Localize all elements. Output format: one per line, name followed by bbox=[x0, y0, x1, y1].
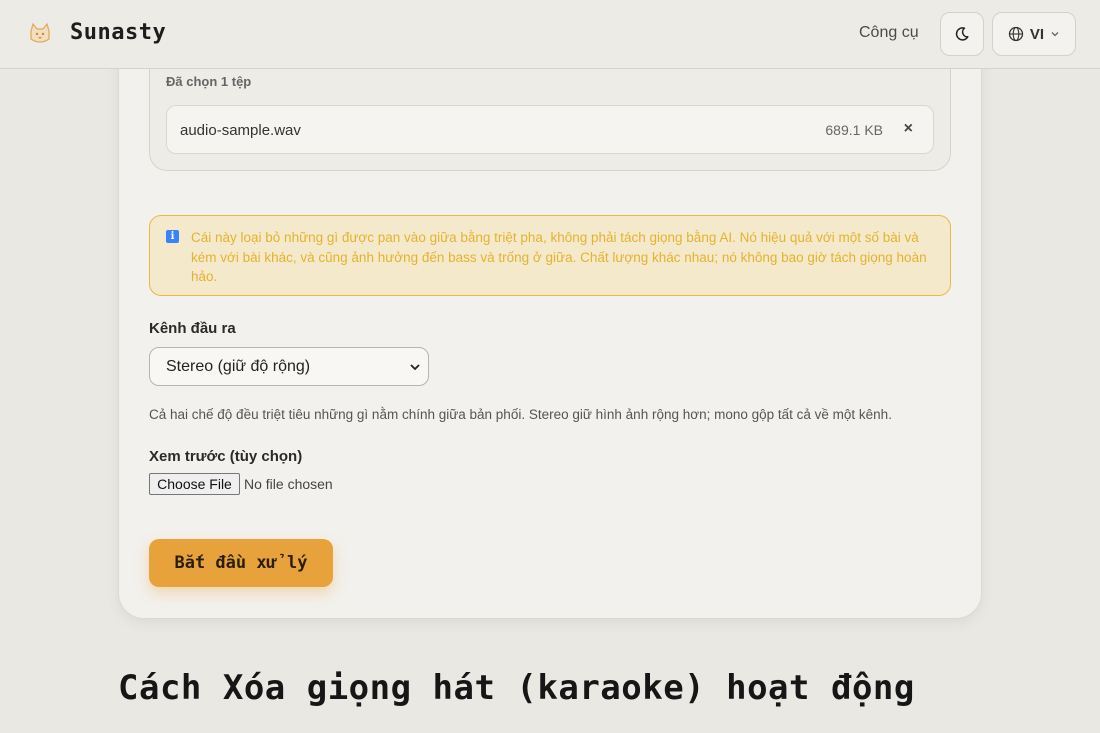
chevron-down-icon bbox=[410, 364, 420, 371]
preview-label: Xem trước (tùy chọn) bbox=[149, 448, 303, 465]
moon-icon bbox=[955, 27, 969, 41]
output-channel-select[interactable]: Stereo (giữ độ rộng) bbox=[149, 347, 429, 386]
start-processing-button[interactable]: Bắt đầu xử lý bbox=[149, 539, 333, 587]
file-size: 689.1 KB bbox=[825, 122, 883, 138]
brand-name[interactable]: Sunasty bbox=[70, 20, 166, 45]
output-channel-help: Cả hai chế độ đều triệt tiêu những gì nằ… bbox=[149, 407, 892, 422]
globe-icon bbox=[1008, 26, 1024, 42]
site-header: Sunasty Công cụ VI bbox=[0, 0, 1100, 69]
choose-file-button[interactable]: Choose File bbox=[149, 473, 240, 495]
output-channel-selected: Stereo (giữ độ rộng) bbox=[166, 358, 311, 375]
language-code: VI bbox=[1029, 25, 1045, 43]
file-name: audio-sample.wav bbox=[180, 122, 301, 139]
theme-toggle-button[interactable] bbox=[940, 12, 984, 56]
section-heading: Cách Xóa giọng hát (karaoke) hoạt động bbox=[118, 668, 915, 708]
warning-notice: i Cái này loại bỏ những gì được pan vào … bbox=[149, 215, 951, 296]
remove-file-button[interactable]: × bbox=[904, 120, 913, 138]
file-list-item: audio-sample.wav 689.1 KB × bbox=[166, 105, 934, 154]
file-input-status: No file chosen bbox=[244, 476, 333, 492]
language-selector-button[interactable]: VI bbox=[992, 12, 1076, 56]
output-channel-label: Kênh đầu ra bbox=[149, 320, 236, 337]
cat-logo-icon[interactable] bbox=[26, 20, 54, 48]
tools-menu-link[interactable]: Công cụ bbox=[859, 24, 919, 42]
info-icon: i bbox=[166, 230, 179, 243]
chevron-down-icon bbox=[1051, 32, 1059, 37]
selected-files-count: Đã chọn 1 tệp bbox=[166, 74, 252, 89]
notice-text: Cái này loại bỏ những gì được pan vào gi… bbox=[191, 230, 927, 284]
